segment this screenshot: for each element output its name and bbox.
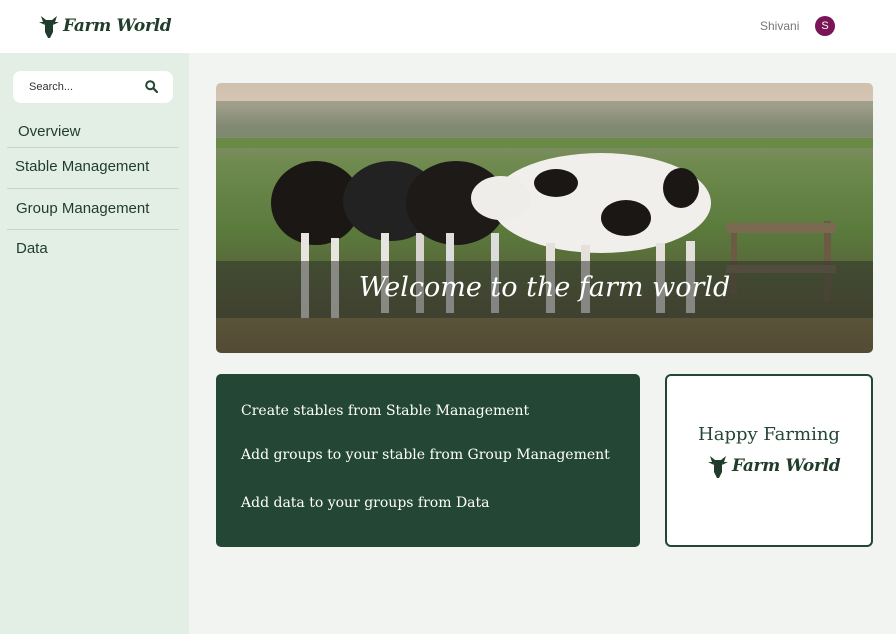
card-title: Happy Farming	[698, 424, 840, 445]
avatar[interactable]: S	[815, 16, 835, 36]
instruction-line: Create stables from Stable Management	[241, 403, 530, 419]
card-brand-name: Farm World	[732, 456, 841, 476]
sidebar-item-label: Overview	[18, 123, 81, 140]
sidebar-item-overview[interactable]: Overview	[7, 121, 179, 148]
instruction-line: Add groups to your stable from Group Man…	[241, 447, 610, 463]
search-icon[interactable]	[145, 80, 158, 93]
card-brand-logo: Farm World	[707, 453, 841, 479]
sidebar-item-label: Group Management	[16, 200, 150, 217]
instruction-line: Add data to your groups from Data	[241, 495, 490, 511]
hero-title: Welcome to the farm world	[358, 272, 731, 303]
sidebar-item-label: Stable Management	[15, 158, 150, 175]
hero-banner: Welcome to the farm world	[216, 83, 873, 353]
brand-name: Farm World	[63, 16, 172, 36]
happy-farming-card: Happy Farming Farm World	[665, 374, 873, 547]
sidebar-item-data[interactable]: Data	[7, 230, 179, 266]
cow-logo-icon	[708, 456, 728, 478]
cow-logo-icon	[39, 16, 59, 38]
search-input[interactable]: Search...	[29, 81, 73, 93]
top-header: Farm World Shivani S	[0, 0, 896, 53]
sidebar-item-stable-management[interactable]: Stable Management	[7, 148, 179, 189]
brand-logo[interactable]: Farm World	[38, 13, 172, 39]
instructions-panel: Create stables from Stable Management Ad…	[216, 374, 640, 547]
search-box[interactable]: Search...	[13, 71, 173, 103]
sidebar-item-group-management[interactable]: Group Management	[7, 189, 179, 230]
sidebar-item-label: Data	[16, 240, 48, 257]
user-name: Shivani	[760, 19, 800, 33]
sidebar: Search... Overview Stable Management Gro…	[0, 53, 189, 634]
